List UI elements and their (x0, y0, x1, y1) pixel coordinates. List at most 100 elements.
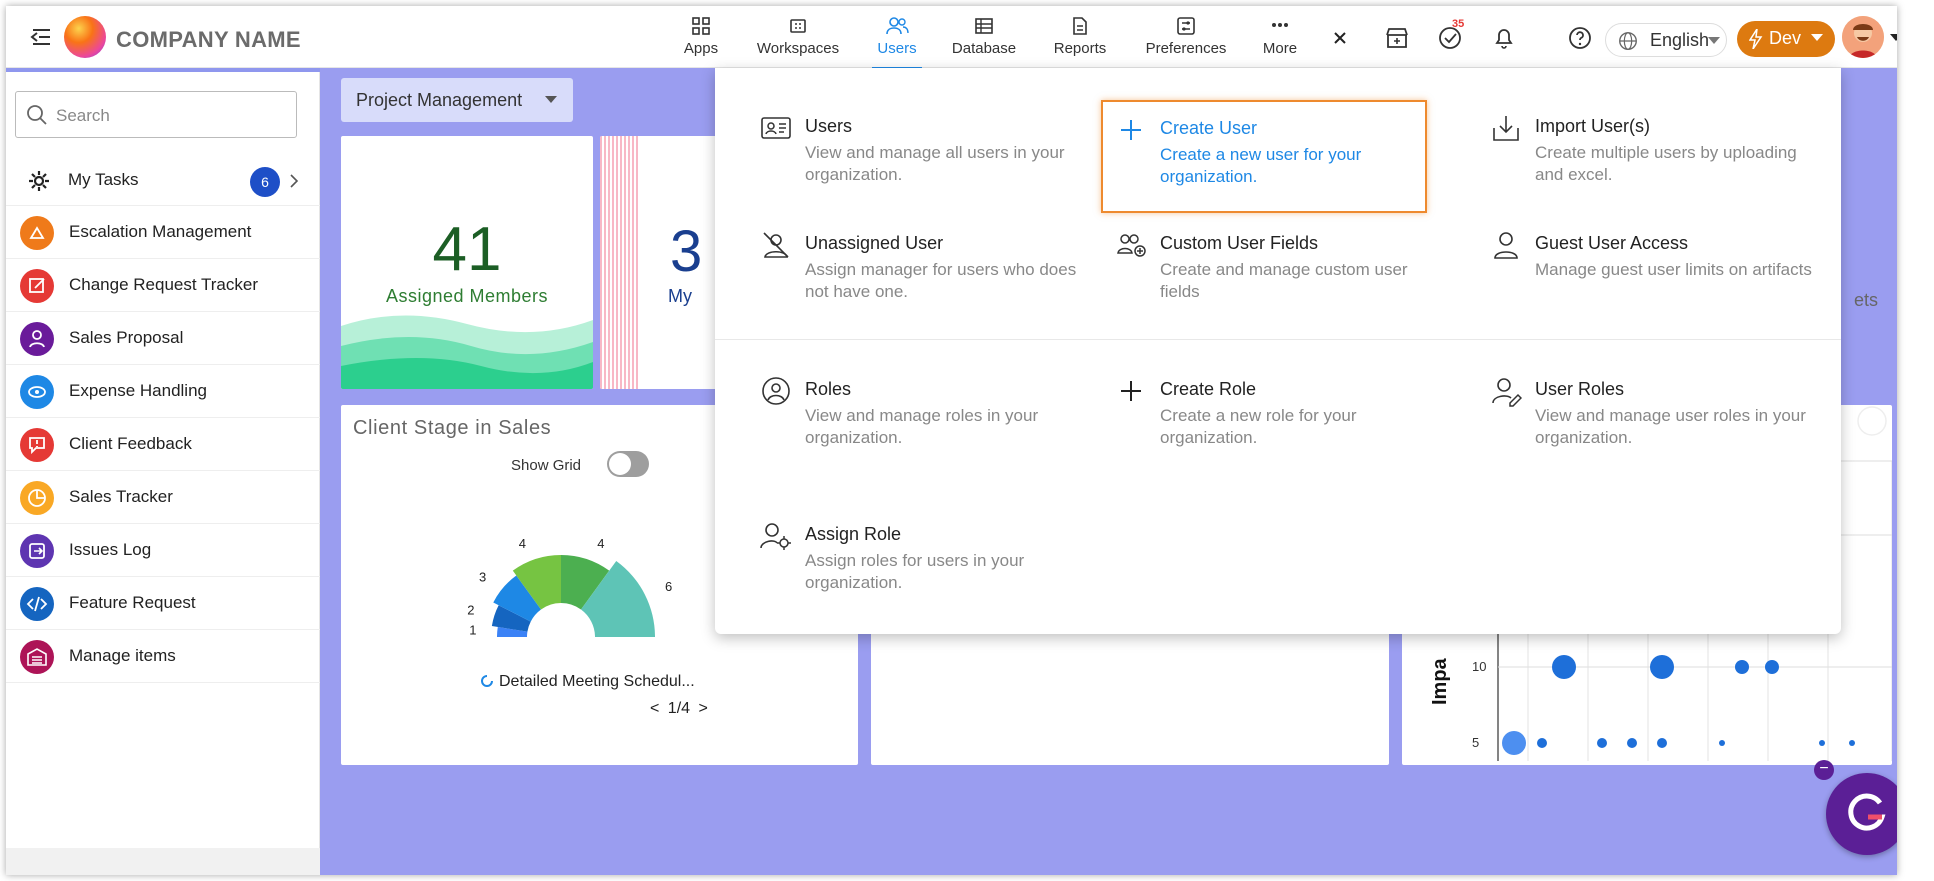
workspace-select[interactable]: Project Management (341, 78, 573, 122)
menu-option-guest-user-access[interactable]: Guest User Access Manage guest user limi… (1490, 229, 1820, 309)
chart-title: Client Stage in Sales (353, 417, 552, 439)
sidebar-item-my-tasks[interactable]: My Tasks 6 (6, 154, 320, 206)
assistant-fab-button[interactable] (1826, 773, 1897, 855)
database-icon (975, 18, 993, 34)
role-icon (762, 377, 790, 405)
option-desc: Assign roles for users in your organizat… (805, 551, 1025, 592)
globe-icon (1619, 32, 1637, 50)
sidebar-item-expense-handling[interactable]: Expense Handling (6, 365, 320, 418)
scatter-point (1849, 740, 1855, 746)
notification-bell-icon[interactable] (1490, 24, 1518, 52)
caret-down-icon (1811, 34, 1823, 41)
scatter-point (1735, 660, 1749, 674)
user-roles-icon (1492, 378, 1522, 407)
sidebar-item-sales-tracker[interactable]: Sales Tracker (6, 471, 320, 524)
donut-data-label: 2 (467, 602, 474, 617)
plus-icon (1121, 120, 1141, 140)
user-avatar[interactable] (1842, 16, 1884, 58)
donut-data-label: 1 (469, 623, 476, 638)
show-grid-label: Show Grid (511, 457, 582, 474)
sidebar-item-sales-proposal[interactable]: Sales Proposal (6, 312, 320, 365)
menu-option-create-user[interactable]: Create User Create a new user for your o… (1101, 100, 1427, 213)
menu-option-users[interactable]: Users View and manage all users in your … (760, 112, 1090, 192)
menu-collapse-icon[interactable] (28, 24, 54, 50)
option-title: Unassigned User (805, 233, 944, 253)
workspace-select-label: Project Management (356, 90, 523, 110)
language-select[interactable]: English (1605, 23, 1727, 57)
scatter-y-axis-label: Impa (1429, 657, 1451, 705)
scatter-y-tick-label: 5 (1472, 735, 1479, 750)
sidebar-item-label: Sales Tracker (69, 487, 173, 506)
menu-option-assign-role[interactable]: Assign Role Assign roles for users in yo… (760, 520, 1090, 600)
nav-label: Preferences (1145, 40, 1227, 57)
scatter-point (1502, 731, 1526, 755)
kpi-card-partial[interactable]: 3 My (600, 136, 720, 389)
option-desc: View and manage roles in your organizati… (805, 406, 1039, 447)
pager-next-button[interactable]: > (699, 700, 708, 717)
sidebar-item-label: Issues Log (69, 540, 152, 559)
sidebar: Search My Tasks 6 Escalation Management … (6, 68, 320, 875)
nav-apps[interactable]: Apps (677, 16, 725, 62)
sidebar-item-label: Sales Proposal (69, 328, 184, 347)
user-card-icon (761, 117, 791, 139)
nav-more[interactable]: More (1258, 16, 1302, 62)
proposal-person-icon (20, 322, 54, 356)
gear-icon (29, 171, 49, 191)
scatter-point (1650, 655, 1674, 679)
option-desc: Manage guest user limits on artifacts (1535, 260, 1812, 279)
sidebar-item-escalation-management[interactable]: Escalation Management (6, 206, 320, 259)
help-icon[interactable] (1566, 24, 1594, 52)
option-title: User Roles (1535, 379, 1625, 399)
half-donut-chart: 1 2 3 4 4 6 (467, 536, 672, 638)
kpi-card-assigned-members[interactable]: 41 Assigned Members (341, 136, 593, 389)
scatter-point (1552, 655, 1576, 679)
nav-reports[interactable]: Reports (1046, 16, 1114, 62)
nav-workspaces[interactable]: Workspaces (747, 16, 849, 62)
show-grid-toggle[interactable] (607, 451, 649, 477)
env-select[interactable]: Dev (1737, 21, 1835, 57)
nav-label: Workspaces (756, 40, 840, 57)
scatter-point (1597, 738, 1607, 748)
sidebar-item-label: Manage items (69, 646, 176, 665)
scatter-point (1537, 738, 1547, 748)
edit-icon (20, 269, 54, 303)
kpi-label: Assigned Members (385, 286, 549, 306)
sidebar-item-client-feedback[interactable]: Client Feedback (6, 418, 320, 471)
sidebar-item-manage-items[interactable]: Manage items (6, 630, 320, 683)
kpi2-label: My (668, 286, 692, 306)
menu-option-unassigned-user[interactable]: Unassigned User Assign manager for users… (760, 229, 1090, 309)
nav-label: More (1262, 40, 1298, 57)
kpi-stripes-decoration (600, 136, 640, 389)
nav-label: Reports (1053, 40, 1107, 57)
sidebar-item-change-request-tracker[interactable]: Change Request Tracker (6, 259, 320, 312)
sidebar-item-feature-request[interactable]: Feature Request (6, 577, 320, 630)
apps-grid-icon (692, 17, 710, 35)
nav-preferences[interactable]: Preferences (1136, 16, 1236, 62)
store-icon[interactable] (1383, 24, 1411, 52)
menu-option-roles[interactable]: Roles View and manage roles in your orga… (760, 375, 1090, 455)
pager-prev-button[interactable]: < (650, 700, 659, 717)
option-title: Create Role (1160, 379, 1257, 399)
env-label: Dev (1769, 28, 1802, 48)
search-input[interactable]: Search (15, 91, 297, 138)
close-icon[interactable] (1326, 24, 1354, 52)
scatter-point (1819, 740, 1825, 746)
expense-eye-icon (20, 375, 54, 409)
escalation-icon (20, 216, 54, 250)
code-icon (20, 587, 54, 621)
menu-option-create-role[interactable]: Create Role Create a new role for your o… (1115, 375, 1445, 455)
option-title: Create User (1160, 118, 1258, 138)
account-caret-icon[interactable] (1890, 34, 1897, 42)
pager-label: 1/4 (667, 700, 691, 717)
nav-database[interactable]: Database (944, 16, 1024, 62)
menu-option-user-roles[interactable]: User Roles View and manage user roles in… (1490, 375, 1820, 455)
menu-option-custom-user-fields[interactable]: Custom User Fields Create and manage cus… (1115, 229, 1445, 309)
nav-users[interactable]: Users (872, 16, 922, 70)
sidebar-item-issues-log[interactable]: Issues Log (6, 524, 320, 577)
menu-option-import-users[interactable]: Import User(s) Create multiple users by … (1490, 112, 1820, 192)
top-header: COMPANY NAME Apps Workspaces Users Datab… (6, 6, 1897, 70)
app-window: COMPANY NAME Apps Workspaces Users Datab… (6, 6, 1897, 875)
feedback-icon (20, 428, 54, 462)
option-title: Import User(s) (1535, 116, 1651, 136)
chart-legend-item[interactable]: Detailed Meeting Schedul... (481, 673, 695, 691)
